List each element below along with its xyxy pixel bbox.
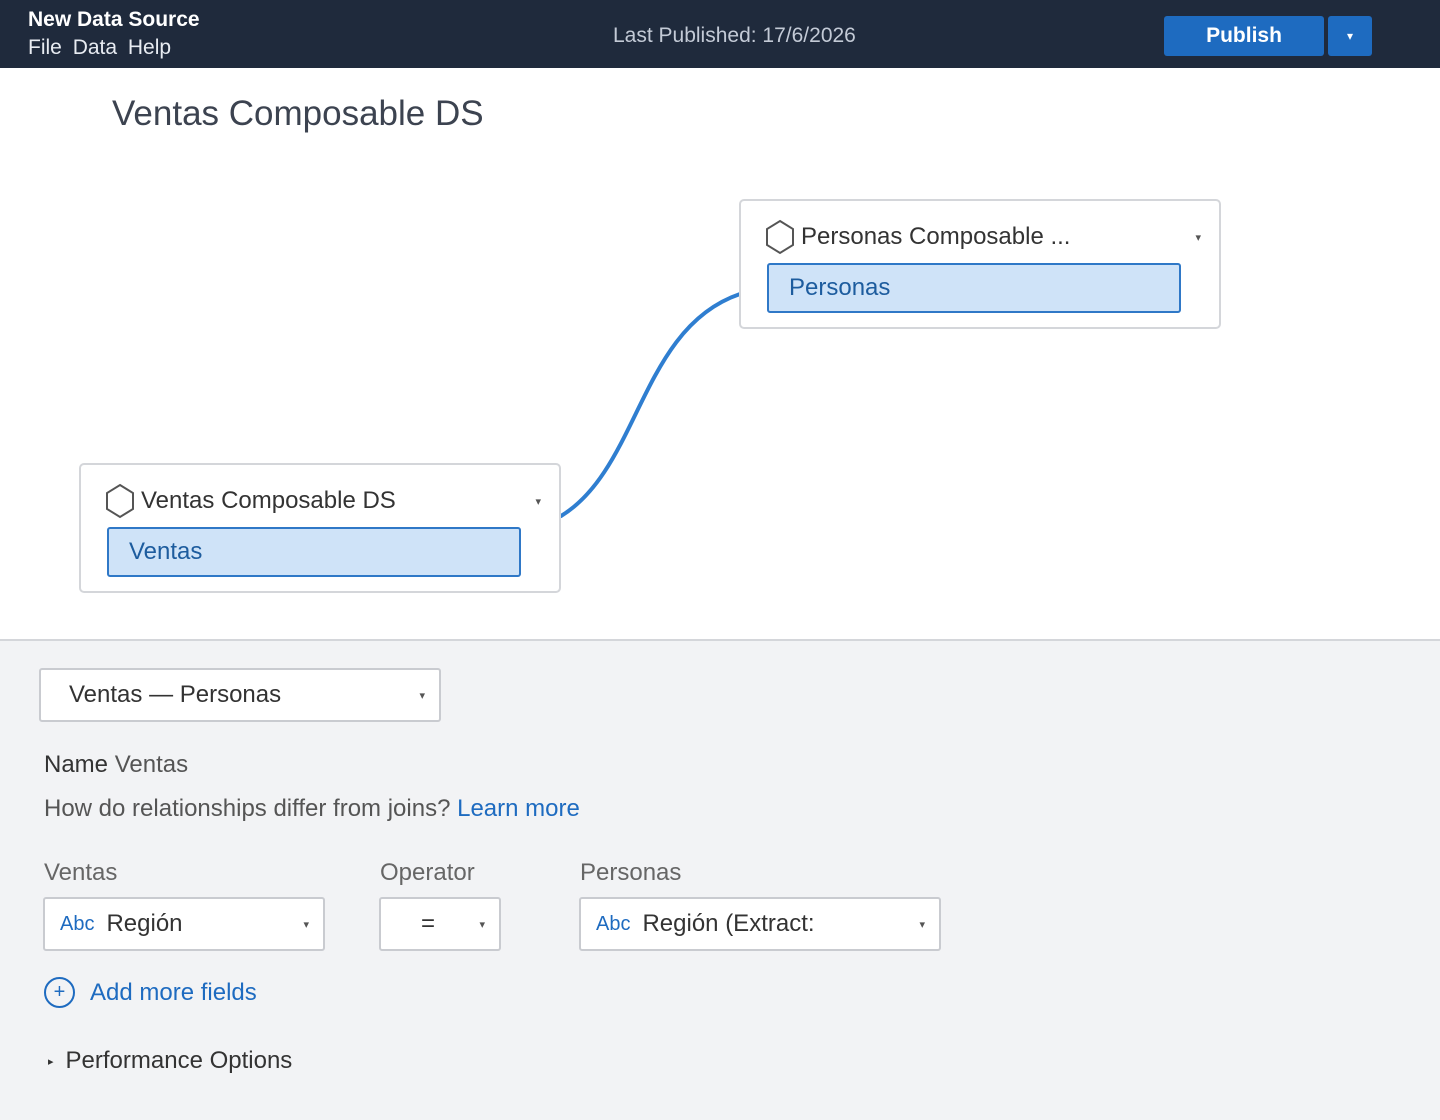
chevron-down-icon: ▾	[479, 918, 485, 931]
right-field-label: Personas	[580, 859, 682, 886]
last-published-text: Last Published: 17/6/2026	[613, 24, 856, 47]
right-field-select[interactable]: Abc Región (Extract: ▾	[579, 897, 941, 951]
chevron-down-icon: ▾	[303, 918, 309, 931]
publish-button[interactable]: Publish	[1164, 16, 1324, 56]
menu-bar: File Data Help	[28, 36, 176, 60]
table-chip-ventas[interactable]: Ventas	[107, 527, 521, 577]
app-title: New Data Source	[28, 8, 200, 31]
help-question-text: How do relationships differ from joins?	[44, 795, 451, 822]
string-type-icon: Abc	[596, 912, 631, 935]
chevron-down-icon: ▾	[919, 918, 925, 931]
datasource-card-personas[interactable]: Personas Composable ... ▾ Personas	[739, 199, 1221, 329]
string-type-icon: Abc	[60, 912, 95, 935]
chevron-down-icon: ▾	[419, 689, 425, 702]
hexagon-icon	[106, 483, 134, 519]
card-title: Ventas Composable DS	[141, 487, 396, 514]
table-chip-personas[interactable]: Personas	[767, 263, 1181, 313]
card-title: Personas Composable ...	[801, 223, 1071, 250]
name-label: Name	[44, 751, 109, 778]
left-field-value: Región	[106, 910, 183, 937]
operator-select[interactable]: = ▾	[379, 897, 501, 951]
left-field-label: Ventas	[44, 859, 118, 886]
card-menu-caret[interactable]: ▾	[1195, 231, 1201, 244]
relationship-select-value: Ventas — Personas	[69, 681, 282, 708]
add-more-fields-label: Add more fields	[90, 978, 257, 1006]
performance-options-label: Performance Options	[65, 1047, 293, 1074]
datasource-card-ventas[interactable]: Ventas Composable DS ▾ Ventas	[79, 463, 561, 593]
menu-help[interactable]: Help	[128, 36, 171, 59]
name-row: Name Ventas	[44, 751, 188, 779]
plus-circle-icon: +	[44, 977, 75, 1008]
top-bar: New Data Source File Data Help Last Publ…	[0, 0, 1440, 68]
relationship-select[interactable]: Ventas — Personas ▾	[39, 668, 441, 722]
menu-data[interactable]: Data	[73, 36, 117, 59]
card-header: Ventas Composable DS	[105, 483, 396, 519]
name-value: Ventas	[114, 751, 189, 778]
card-menu-caret[interactable]: ▾	[535, 495, 541, 508]
performance-options-toggle[interactable]: ▸ Performance Options	[48, 1047, 292, 1075]
publish-options-button[interactable]: ▾	[1328, 16, 1372, 56]
help-question: How do relationships differ from joins? …	[44, 795, 580, 823]
add-more-fields-button[interactable]: + Add more fields	[44, 977, 257, 1008]
hexagon-icon	[766, 219, 794, 255]
left-field-select[interactable]: Abc Región ▾	[43, 897, 325, 951]
operator-value: =	[421, 910, 436, 937]
card-header: Personas Composable ...	[765, 219, 1070, 255]
operator-label: Operator	[380, 859, 475, 886]
menu-file[interactable]: File	[28, 36, 62, 59]
right-field-value: Región (Extract:	[642, 910, 815, 937]
expand-arrow-icon: ▸	[48, 1055, 54, 1068]
learn-more-link[interactable]: Learn more	[457, 795, 580, 822]
relationship-panel: Ventas — Personas ▾ Name Ventas How do r…	[0, 639, 1440, 1120]
